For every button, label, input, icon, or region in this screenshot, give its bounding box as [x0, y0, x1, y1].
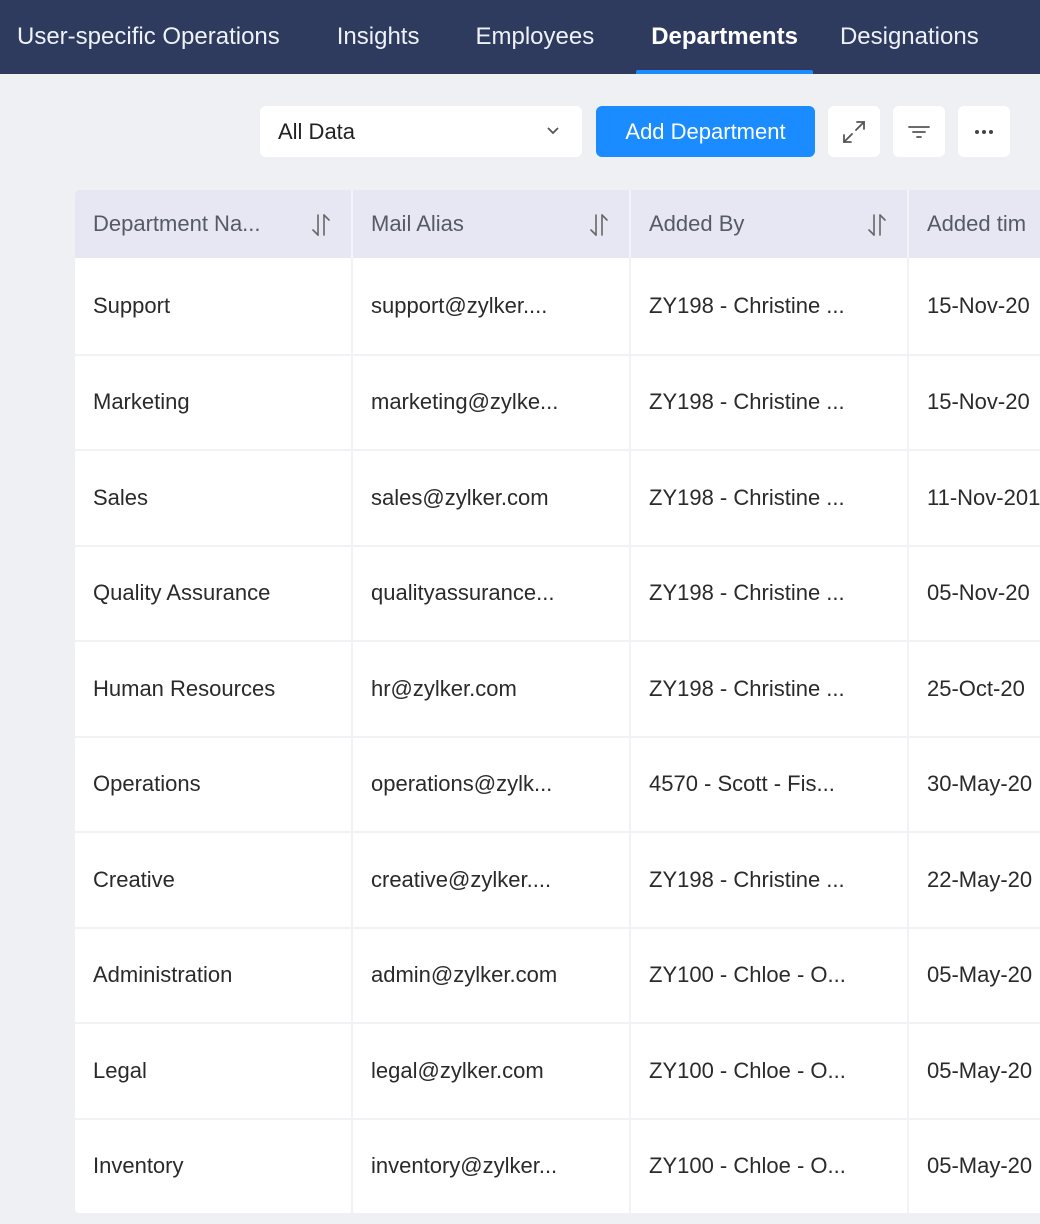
cell-added-time: 11-Nov-201 [927, 484, 1040, 510]
tab-user-specific-operations[interactable]: User-specific Operations [17, 0, 280, 74]
cell-mail-alias: support@zylker.... [353, 258, 631, 354]
more-options-icon [975, 129, 993, 134]
expand-icon [843, 120, 865, 143]
column-header-department-name[interactable]: Department Na... [75, 190, 353, 258]
tab-label: Employees [475, 23, 595, 50]
cell-department-name: Creative [75, 833, 353, 927]
column-header-mail-alias[interactable]: Mail Alias [353, 190, 631, 258]
table-row[interactable]: Human Resources hr@zylker.com ZY198 - Chri… [75, 640, 1040, 736]
cell-mail-alias: marketing@zylke... [353, 355, 631, 449]
cell-mail-alias: qualityassurance... [353, 546, 631, 640]
cell-mail-alias: sales@zylker.com [353, 451, 631, 545]
cell-department-name: Support [75, 258, 353, 354]
cell-added-time: 25-Oct-20 [927, 675, 1025, 701]
cell-mail-alias: creative@zylker.... [353, 833, 631, 927]
cell-mail-alias: legal@zylker.com [353, 1024, 631, 1118]
cell-mail-alias: admin@zylker.com [353, 928, 631, 1022]
cell-added-by: ZY100 - Chloe - O... [631, 928, 909, 1022]
tab-insights[interactable]: Insights [337, 0, 420, 74]
chevron-down-icon [547, 127, 559, 135]
cell-added-time: 30-May-20 [927, 771, 1033, 797]
table-row[interactable]: Legal legal@zylker.com ZY100 - Chloe - O..… [75, 1022, 1040, 1118]
cell-added-by: ZY198 - Christine ... [631, 258, 909, 354]
expand-button[interactable] [828, 106, 880, 157]
cell-added-by: ZY198 - Christine ... [631, 451, 909, 545]
column-label: Department Na... [93, 211, 261, 236]
sort-icon[interactable] [865, 212, 889, 238]
column-label: Mail Alias [371, 211, 464, 236]
cell-mail-alias: operations@zylk... [353, 737, 631, 831]
cell-department-name: Sales [75, 451, 353, 545]
cell-mail-alias: inventory@zylker... [353, 1119, 631, 1213]
tab-departments[interactable]: Departments [636, 0, 813, 74]
tab-label: Departments [651, 23, 798, 50]
cell-added-by: ZY198 - Christine ... [631, 546, 909, 640]
filter-icon [908, 125, 930, 138]
cell-added-time: 05-Nov-20 [927, 580, 1030, 606]
tab-designations[interactable]: Designations [840, 0, 979, 74]
cell-added-by: ZY198 - Christine ... [631, 833, 909, 927]
sort-icon[interactable] [587, 212, 611, 238]
cell-added-time: 05-May-20 [927, 1057, 1033, 1083]
cell-added-by: ZY198 - Christine ... [631, 642, 909, 736]
cell-department-name: Inventory [75, 1119, 353, 1213]
cell-mail-alias: hr@zylker.com [353, 642, 631, 736]
toolbar: All Data Add Department [0, 106, 1040, 158]
cell-added-time: 05-May-20 [927, 962, 1033, 988]
cell-added-time: 05-May-20 [927, 1153, 1033, 1179]
table-row[interactable]: Administration admin@zylker.com ZY100 - Ch… [75, 926, 1040, 1022]
cell-added-by: 4570 - Scott - Fis... [631, 737, 909, 831]
table-row[interactable]: Operations operations@zylk... 4570 - Scott… [75, 735, 1040, 831]
cell-department-name: Human Resources [75, 642, 353, 736]
sort-icon[interactable] [309, 212, 333, 238]
table-row[interactable]: Creative creative@zylker.... ZY198 - Chris… [75, 831, 1040, 927]
view-select-value: All Data [278, 118, 356, 144]
filter-button[interactable] [893, 106, 945, 157]
departments-table: Department Na... Mail Alias Added By Add… [75, 190, 1040, 1213]
column-header-added-time[interactable]: Added tim [909, 190, 1040, 258]
tab-label: User-specific Operations [17, 23, 280, 50]
cell-department-name: Legal [75, 1024, 353, 1118]
table-body: Support support@zylker.... ZY198 - Christi… [75, 258, 1040, 1213]
top-navigation: User-specific Operations Insights Employ… [0, 0, 1040, 74]
cell-department-name: Operations [75, 737, 353, 831]
cell-department-name: Administration [75, 928, 353, 1022]
table-row[interactable]: Sales sales@zylker.com ZY198 - Christine .… [75, 449, 1040, 545]
add-department-button[interactable]: Add Department [596, 106, 815, 157]
table-header: Department Na... Mail Alias Added By Add… [75, 190, 1040, 258]
table-row[interactable]: Quality Assurance qualityassurance... ZY19… [75, 544, 1040, 640]
cell-added-time: 15-Nov-20 [927, 389, 1030, 415]
tab-label: Insights [336, 23, 420, 50]
cell-added-by: ZY100 - Chloe - O... [631, 1119, 909, 1213]
column-label: Added By [649, 211, 745, 236]
table-row[interactable]: Marketing marketing@zylke... ZY198 - Chris… [75, 353, 1040, 449]
more-options-button[interactable] [958, 106, 1010, 157]
cell-added-by: ZY198 - Christine ... [631, 355, 909, 449]
cell-department-name: Quality Assurance [75, 546, 353, 640]
column-label: Added tim [927, 211, 1027, 236]
column-header-added-by[interactable]: Added By [631, 190, 909, 258]
view-select-dropdown[interactable]: All Data [260, 106, 582, 157]
cell-added-by: ZY100 - Chloe - O... [631, 1024, 909, 1118]
active-tab-indicator [636, 70, 813, 74]
table-row[interactable]: Support support@zylker.... ZY198 - Christi… [75, 258, 1040, 354]
tab-label: Designations [839, 23, 979, 50]
table-row[interactable]: Inventory inventory@zylker... ZY100 - Chlo… [75, 1117, 1040, 1213]
cell-department-name: Marketing [75, 355, 353, 449]
cell-added-time: 15-Nov-20 [927, 292, 1030, 318]
cell-added-time: 22-May-20 [927, 866, 1033, 892]
tab-employees[interactable]: Employees [475, 0, 594, 74]
